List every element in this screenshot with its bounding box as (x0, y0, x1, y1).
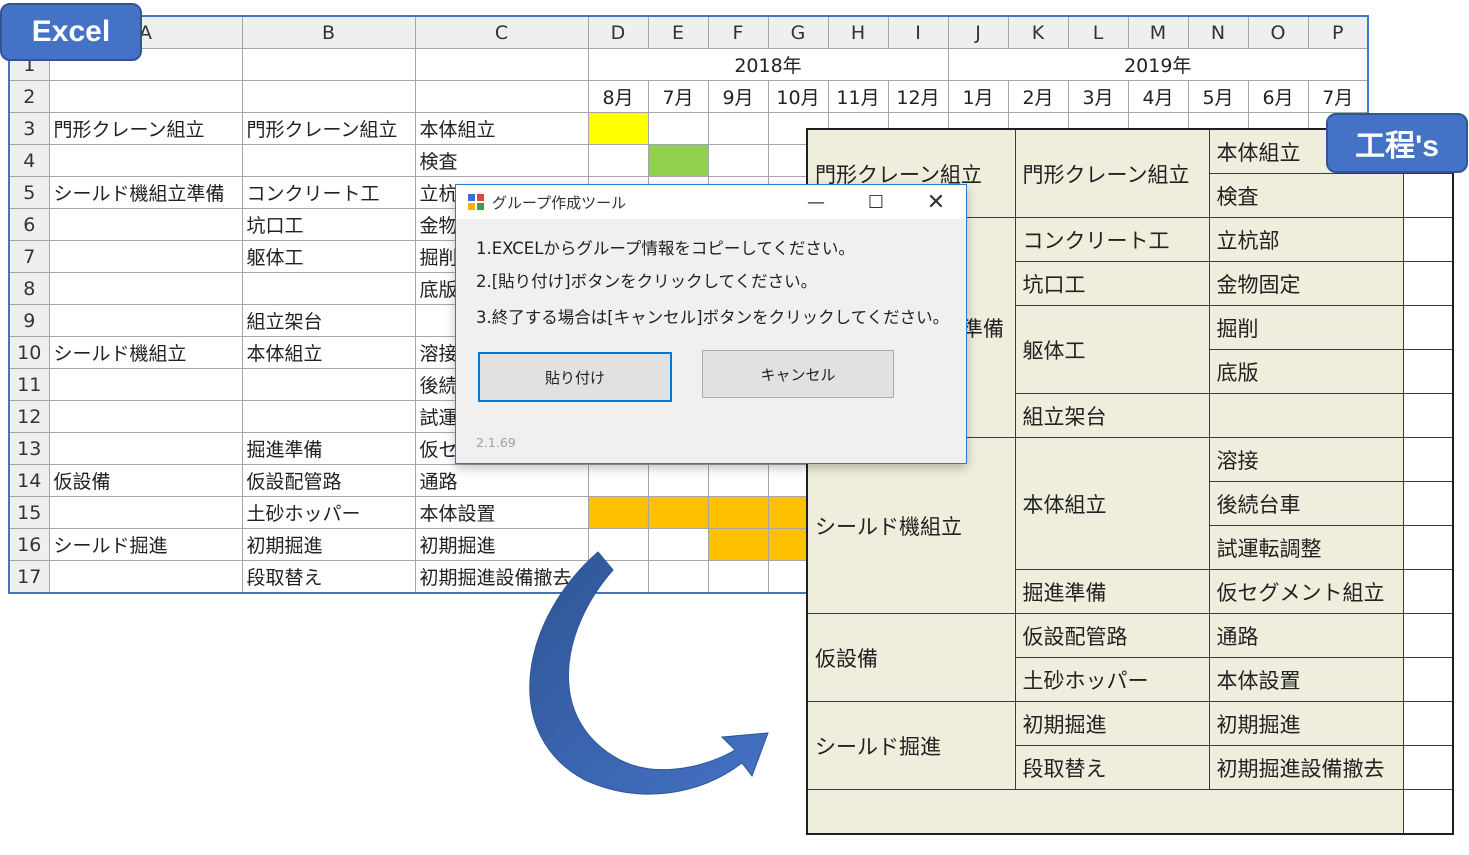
instruction-step-2: 2.[貼り付け]ボタンをクリックしてください。 (476, 272, 818, 291)
curved-arrow-shape (529, 551, 769, 795)
instruction-step-3: 3.終了する場合は[キャンセル]ボタンをクリックしてください。 (476, 308, 950, 327)
minimize-icon[interactable]: — (786, 185, 846, 219)
dialog-title: グループ作成ツール (492, 193, 627, 212)
app-icon (468, 194, 484, 210)
cancel-button[interactable]: キャンセル (702, 350, 894, 398)
instruction-step-1: 1.EXCELからグループ情報をコピーしてください。 (476, 239, 855, 258)
close-icon[interactable]: ✕ (906, 185, 966, 219)
group-tool-dialog: グループ作成ツール — ☐ ✕ 1.EXCELからグループ情報をコピーしてくださ… (455, 184, 967, 464)
dialog-titlebar[interactable]: グループ作成ツール — ☐ ✕ (456, 185, 966, 219)
maximize-icon[interactable]: ☐ (846, 185, 906, 219)
paste-button[interactable]: 貼り付け (478, 352, 672, 402)
version-label: 2.1.69 (476, 435, 516, 450)
